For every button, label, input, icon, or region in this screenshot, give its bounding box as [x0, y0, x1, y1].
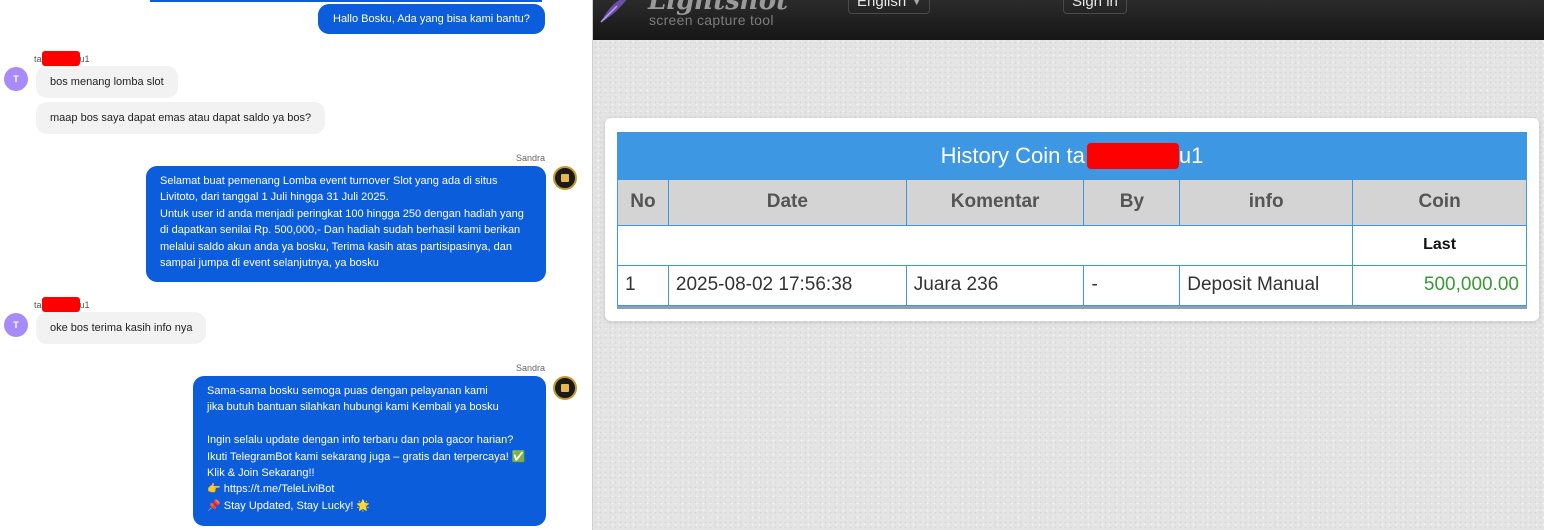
screenshot-card: History Coin ta u1 No Date Komentar By in…	[605, 118, 1539, 321]
column-header-date: Date	[667, 180, 907, 226]
user-avatar: T	[4, 313, 28, 337]
sign-in-label: Sign in	[1072, 0, 1118, 10]
table-row: 1 2025-08-02 17:56:38 Juara 236 - Deposi…	[617, 264, 1527, 306]
agent-name-label: Sandra	[516, 153, 546, 163]
user-name-suffix: u1	[79, 299, 90, 310]
table-header-row: No Date Komentar By info Coin	[617, 180, 1527, 226]
cell-coin: 500,000.00	[1352, 264, 1527, 306]
agent-message: Selamat buat pemenang Lomba event turnov…	[146, 166, 546, 282]
agent-greeting-message: Hallo Bosku, Ada yang bisa kami bantu?	[318, 4, 545, 35]
user-name-prefix: ta	[34, 53, 42, 64]
cell-by: -	[1083, 264, 1181, 306]
user-name-label: ta u1	[34, 297, 90, 312]
user-message: oke bos terima kasih info nya	[36, 312, 207, 344]
last-summary-row: Last	[616, 224, 1527, 266]
sign-in-button[interactable]: Sign in	[1063, 0, 1127, 14]
column-header-no: No	[617, 180, 669, 226]
chevron-down-icon: ▼	[912, 0, 922, 7]
column-header-info: info	[1179, 180, 1354, 226]
history-title-prefix: History Coin ta	[940, 143, 1085, 168]
lightshot-viewer: Lightshot screen capture tool English ▼ …	[592, 0, 1544, 530]
feather-logo-icon	[600, 0, 627, 23]
redacted-name	[1086, 143, 1179, 169]
language-label: English	[857, 0, 907, 10]
user-message: bos menang lomba slot	[36, 66, 178, 98]
language-dropdown[interactable]: English ▼	[848, 0, 931, 14]
column-header-komentar: Komentar	[905, 180, 1085, 226]
table-bottom-border	[617, 306, 1527, 309]
column-header-coin: Coin	[1352, 180, 1527, 226]
agent-avatar	[553, 376, 577, 400]
column-header-by: By	[1083, 180, 1181, 226]
user-message: maap bos saya dapat emas atau dapat sald…	[36, 102, 326, 134]
user-name-suffix: u1	[79, 53, 90, 64]
agent-avatar	[553, 166, 577, 190]
history-title-suffix: u1	[1178, 143, 1204, 168]
user-name-label: ta u1	[34, 51, 90, 66]
cell-info: Deposit Manual	[1179, 264, 1354, 306]
lightshot-tagline: screen capture tool	[649, 12, 774, 28]
lightshot-header: Lightshot screen capture tool English ▼ …	[593, 0, 1544, 40]
last-label: Last	[1352, 224, 1527, 266]
agent-name-label: Sandra	[516, 363, 546, 373]
chat-panel: Hallo Bosku, Ada yang bisa kami bantu? t…	[0, 0, 592, 530]
cell-komentar: Juara 236	[905, 264, 1085, 306]
history-table: No Date Komentar By info Coin Last 1 202…	[616, 180, 1527, 306]
previous-message-edge	[150, 0, 542, 2]
user-avatar: T	[4, 67, 28, 91]
empty-cell	[616, 224, 1354, 266]
redacted-name	[41, 51, 80, 66]
history-title: History Coin ta u1	[617, 132, 1527, 180]
user-name-prefix: ta	[34, 299, 42, 310]
redacted-name	[41, 297, 80, 312]
cell-date: 2025-08-02 17:56:38	[667, 264, 907, 306]
cell-no: 1	[617, 264, 669, 306]
agent-message: Sama-sama bosku semoga puas dengan pelay…	[193, 376, 546, 526]
